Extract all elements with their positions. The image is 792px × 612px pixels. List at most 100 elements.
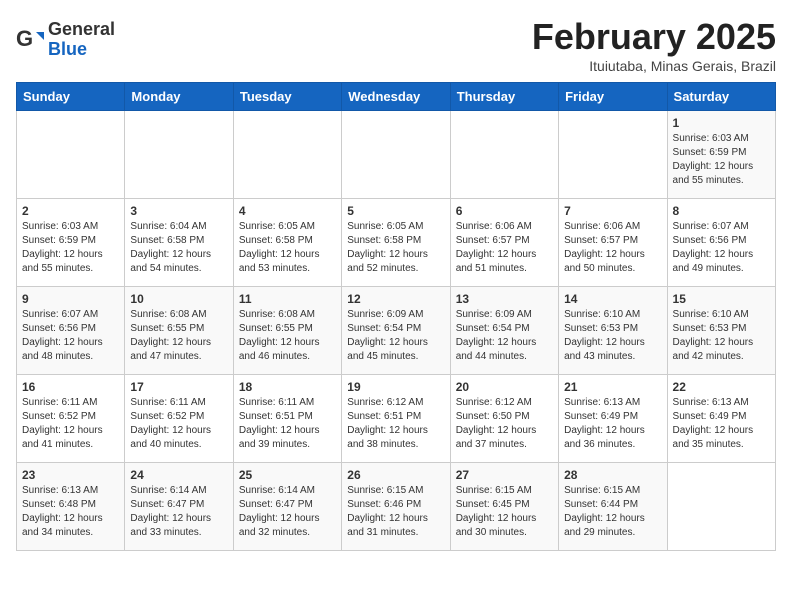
day-number: 7: [564, 204, 661, 218]
calendar-week-1: 1 Sunrise: 6:03 AM Sunset: 6:59 PM Daylig…: [17, 111, 776, 199]
title-block: February 2025 Ituiutaba, Minas Gerais, B…: [532, 16, 776, 74]
day-number: 10: [130, 292, 227, 306]
day-number: 19: [347, 380, 444, 394]
day-number: 3: [130, 204, 227, 218]
calendar-cell: 11 Sunrise: 6:08 AM Sunset: 6:55 PM Dayli…: [233, 287, 341, 375]
calendar-cell: 25 Sunrise: 6:14 AM Sunset: 6:47 PM Dayli…: [233, 463, 341, 551]
day-number: 23: [22, 468, 119, 482]
calendar-week-4: 16Sunrise: 6:11 AM Sunset: 6:52 PM Dayli…: [17, 375, 776, 463]
page-header: G General Blue February 2025 Ituiutaba, …: [16, 16, 776, 74]
day-number: 21: [564, 380, 661, 394]
day-info: Sunrise: 6:15 AM Sunset: 6:44 PM Dayligh…: [564, 484, 661, 540]
calendar-cell: 2 Sunrise: 6:03 AM Sunset: 6:59 PM Daylig…: [17, 199, 125, 287]
calendar-cell: 4 Sunrise: 6:05 AM Sunset: 6:58 PM Daylig…: [233, 199, 341, 287]
calendar-cell: 26 Sunrise: 6:15 AM Sunset: 6:46 PM Dayli…: [342, 463, 450, 551]
weekday-header-monday: Monday: [125, 83, 233, 111]
calendar-cell: 5Sunrise: 6:05 AM Sunset: 6:58 PM Daylig…: [342, 199, 450, 287]
weekday-header-tuesday: Tuesday: [233, 83, 341, 111]
day-info: Sunrise: 6:11 AM Sunset: 6:51 PM Dayligh…: [239, 396, 336, 452]
weekday-header-sunday: Sunday: [17, 83, 125, 111]
day-number: 17: [130, 380, 227, 394]
day-number: 25: [239, 468, 336, 482]
logo-icon: G: [16, 26, 44, 54]
day-info: Sunrise: 6:06 AM Sunset: 6:57 PM Dayligh…: [456, 220, 553, 276]
day-info: Sunrise: 6:05 AM Sunset: 6:58 PM Dayligh…: [239, 220, 336, 276]
calendar-cell: [667, 463, 775, 551]
location-subtitle: Ituiutaba, Minas Gerais, Brazil: [532, 58, 776, 74]
day-number: 26: [347, 468, 444, 482]
calendar-cell: 19 Sunrise: 6:12 AM Sunset: 6:51 PM Dayli…: [342, 375, 450, 463]
day-info: Sunrise: 6:13 AM Sunset: 6:49 PM Dayligh…: [673, 396, 770, 452]
day-info: Sunrise: 6:14 AM Sunset: 6:47 PM Dayligh…: [130, 484, 227, 540]
day-number: 28: [564, 468, 661, 482]
day-info: Sunrise: 6:15 AM Sunset: 6:46 PM Dayligh…: [347, 484, 444, 540]
day-info: Sunrise: 6:10 AM Sunset: 6:53 PM Dayligh…: [564, 308, 661, 364]
calendar-cell: 12Sunrise: 6:09 AM Sunset: 6:54 PM Dayli…: [342, 287, 450, 375]
weekday-header-saturday: Saturday: [667, 83, 775, 111]
calendar-cell: 24 Sunrise: 6:14 AM Sunset: 6:47 PM Dayli…: [125, 463, 233, 551]
day-info: Sunrise: 6:03 AM Sunset: 6:59 PM Dayligh…: [673, 132, 770, 188]
day-info: Sunrise: 6:07 AM Sunset: 6:56 PM Dayligh…: [22, 308, 119, 364]
calendar-cell: 17 Sunrise: 6:11 AM Sunset: 6:52 PM Dayli…: [125, 375, 233, 463]
weekday-header-wednesday: Wednesday: [342, 83, 450, 111]
calendar-cell: 23 Sunrise: 6:13 AM Sunset: 6:48 PM Dayli…: [17, 463, 125, 551]
day-info: Sunrise: 6:08 AM Sunset: 6:55 PM Dayligh…: [239, 308, 336, 364]
day-number: 1: [673, 116, 770, 130]
calendar-cell: 8Sunrise: 6:07 AM Sunset: 6:56 PM Daylig…: [667, 199, 775, 287]
calendar-cell: 10 Sunrise: 6:08 AM Sunset: 6:55 PM Dayli…: [125, 287, 233, 375]
day-number: 8: [673, 204, 770, 218]
logo-general-text: General: [48, 20, 115, 40]
day-number: 9: [22, 292, 119, 306]
day-number: 15: [673, 292, 770, 306]
day-info: Sunrise: 6:11 AM Sunset: 6:52 PM Dayligh…: [130, 396, 227, 452]
weekday-header-thursday: Thursday: [450, 83, 558, 111]
svg-text:G: G: [16, 26, 33, 51]
day-number: 18: [239, 380, 336, 394]
day-info: Sunrise: 6:04 AM Sunset: 6:58 PM Dayligh…: [130, 220, 227, 276]
day-info: Sunrise: 6:09 AM Sunset: 6:54 PM Dayligh…: [347, 308, 444, 364]
calendar-cell: 9 Sunrise: 6:07 AM Sunset: 6:56 PM Daylig…: [17, 287, 125, 375]
day-info: Sunrise: 6:15 AM Sunset: 6:45 PM Dayligh…: [456, 484, 553, 540]
calendar-week-3: 9 Sunrise: 6:07 AM Sunset: 6:56 PM Daylig…: [17, 287, 776, 375]
day-number: 22: [673, 380, 770, 394]
day-number: 27: [456, 468, 553, 482]
day-info: Sunrise: 6:03 AM Sunset: 6:59 PM Dayligh…: [22, 220, 119, 276]
calendar-cell: [450, 111, 558, 199]
calendar-cell: 14 Sunrise: 6:10 AM Sunset: 6:53 PM Dayli…: [559, 287, 667, 375]
calendar-cell: 3 Sunrise: 6:04 AM Sunset: 6:58 PM Daylig…: [125, 199, 233, 287]
calendar-week-5: 23 Sunrise: 6:13 AM Sunset: 6:48 PM Dayli…: [17, 463, 776, 551]
calendar-cell: 18 Sunrise: 6:11 AM Sunset: 6:51 PM Dayli…: [233, 375, 341, 463]
day-info: Sunrise: 6:08 AM Sunset: 6:55 PM Dayligh…: [130, 308, 227, 364]
day-info: Sunrise: 6:13 AM Sunset: 6:48 PM Dayligh…: [22, 484, 119, 540]
calendar-cell: 22 Sunrise: 6:13 AM Sunset: 6:49 PM Dayli…: [667, 375, 775, 463]
calendar-table: SundayMondayTuesdayWednesdayThursdayFrid…: [16, 82, 776, 551]
calendar-cell: [559, 111, 667, 199]
calendar-cell: 1 Sunrise: 6:03 AM Sunset: 6:59 PM Daylig…: [667, 111, 775, 199]
day-number: 2: [22, 204, 119, 218]
day-number: 14: [564, 292, 661, 306]
day-number: 13: [456, 292, 553, 306]
day-info: Sunrise: 6:11 AM Sunset: 6:52 PM Dayligh…: [22, 396, 119, 452]
day-info: Sunrise: 6:06 AM Sunset: 6:57 PM Dayligh…: [564, 220, 661, 276]
calendar-cell: 13Sunrise: 6:09 AM Sunset: 6:54 PM Dayli…: [450, 287, 558, 375]
day-number: 20: [456, 380, 553, 394]
logo-blue-text: Blue: [48, 40, 115, 60]
calendar-cell: 7 Sunrise: 6:06 AM Sunset: 6:57 PM Daylig…: [559, 199, 667, 287]
calendar-cell: 6 Sunrise: 6:06 AM Sunset: 6:57 PM Daylig…: [450, 199, 558, 287]
day-info: Sunrise: 6:12 AM Sunset: 6:51 PM Dayligh…: [347, 396, 444, 452]
month-title: February 2025: [532, 16, 776, 58]
day-info: Sunrise: 6:12 AM Sunset: 6:50 PM Dayligh…: [456, 396, 553, 452]
day-info: Sunrise: 6:13 AM Sunset: 6:49 PM Dayligh…: [564, 396, 661, 452]
day-number: 6: [456, 204, 553, 218]
day-number: 11: [239, 292, 336, 306]
day-number: 5: [347, 204, 444, 218]
calendar-cell: [342, 111, 450, 199]
day-info: Sunrise: 6:14 AM Sunset: 6:47 PM Dayligh…: [239, 484, 336, 540]
calendar-cell: [125, 111, 233, 199]
calendar-cell: 28 Sunrise: 6:15 AM Sunset: 6:44 PM Dayli…: [559, 463, 667, 551]
calendar-cell: 27 Sunrise: 6:15 AM Sunset: 6:45 PM Dayli…: [450, 463, 558, 551]
calendar-cell: 15Sunrise: 6:10 AM Sunset: 6:53 PM Dayli…: [667, 287, 775, 375]
calendar-cell: [17, 111, 125, 199]
day-number: 24: [130, 468, 227, 482]
day-number: 4: [239, 204, 336, 218]
